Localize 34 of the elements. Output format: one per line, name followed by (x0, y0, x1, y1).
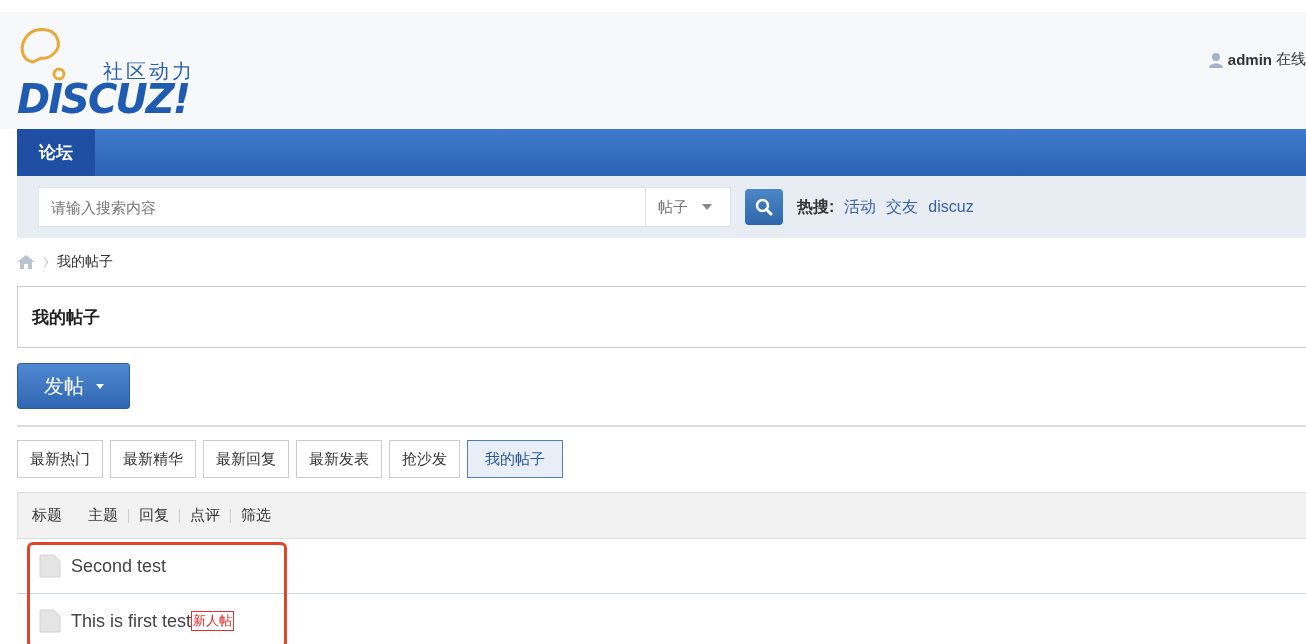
chevron-icon (43, 256, 49, 268)
breadcrumb-link[interactable]: 我的帖子 (57, 253, 113, 271)
filter-tab[interactable]: 我的帖子 (467, 440, 563, 478)
hot-search-link[interactable]: 交友 (886, 196, 919, 218)
filter-tab[interactable]: 最新精华 (110, 440, 196, 478)
username-link[interactable]: admin (1227, 51, 1272, 68)
page-title: 我的帖子 (17, 286, 1306, 348)
hot-search-label: 热搜: (797, 196, 835, 217)
filter-link[interactable]: 点评 (190, 506, 220, 525)
thread-title-link[interactable]: This is first test (71, 610, 191, 632)
column-label: 标题 (32, 506, 62, 525)
hot-search-link[interactable]: 活动 (844, 196, 877, 218)
search-button[interactable] (745, 189, 783, 225)
caret-icon (702, 204, 712, 210)
filter-tab[interactable]: 抢沙发 (389, 440, 460, 478)
search-field[interactable]: 请输入搜索内容 (38, 187, 645, 227)
online-status: 在线 (1276, 50, 1306, 69)
filter-tab[interactable]: 最新热门 (17, 440, 103, 478)
new-user-tag: 新人帖 (191, 611, 234, 631)
thread-title-link[interactable]: Second test (71, 555, 167, 577)
search-scope-dropdown[interactable]: 帖子 (645, 187, 731, 227)
filter-tab[interactable]: 最新回复 (203, 440, 289, 478)
filter-tab[interactable]: 最新发表 (296, 440, 382, 478)
hot-search-link[interactable]: discuz (928, 198, 974, 216)
search-icon (755, 198, 773, 216)
user-icon (1207, 51, 1224, 68)
caret-icon (95, 383, 104, 389)
filter-link[interactable]: 主题 (88, 506, 118, 525)
filter-link[interactable]: 回复 (139, 506, 169, 525)
filter-link[interactable]: 筛选 (241, 506, 271, 525)
document-icon (39, 609, 61, 633)
new-post-button[interactable]: 发帖 (17, 363, 130, 409)
document-icon (39, 554, 61, 578)
nav-tab[interactable]: 论坛 (17, 129, 95, 176)
